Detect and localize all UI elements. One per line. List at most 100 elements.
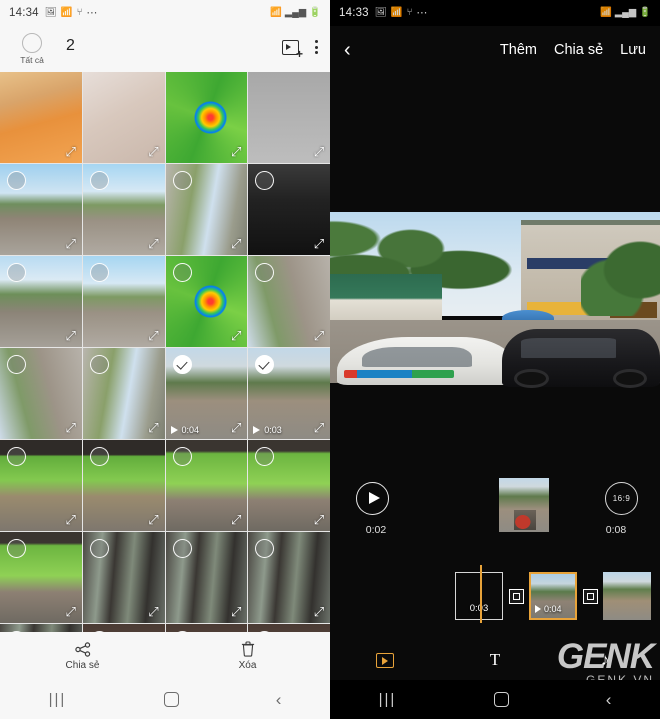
tile-checkbox[interactable]	[7, 171, 26, 190]
status-right-icons: 📶 ▂▄▆ 🔋	[270, 8, 321, 18]
music-tool[interactable]: ♪	[550, 650, 660, 670]
gallery-tile[interactable]: ⤢	[82, 532, 165, 623]
tile-checkbox[interactable]	[172, 263, 192, 282]
tile-checkbox[interactable]	[89, 263, 109, 282]
timeline-playhead[interactable]	[480, 565, 482, 623]
share-button[interactable]: Chia sẻ	[0, 641, 165, 671]
recents-icon[interactable]: |||	[379, 691, 397, 708]
transition-icon[interactable]	[503, 588, 529, 604]
back-icon[interactable]: ‹	[606, 691, 612, 708]
expand-icon[interactable]: ⤢	[147, 513, 161, 527]
status-bar-right: 14:33 🖼 📶 ⑂ ⋯ 📶 ▂▄▆ 🔋	[330, 0, 660, 26]
gallery-tile[interactable]: ⤢	[165, 164, 248, 255]
gallery-tile[interactable]: ⤢	[248, 72, 330, 163]
current-frame-thumbnail[interactable]	[499, 478, 549, 532]
more-button[interactable]: Thêm	[500, 42, 537, 58]
expand-icon[interactable]: ⤢	[64, 145, 78, 159]
tile-checkbox[interactable]	[89, 447, 109, 466]
expand-icon[interactable]: ⤢	[229, 513, 243, 527]
tile-checkbox[interactable]	[7, 539, 26, 558]
timeline-clip[interactable]: 0:03	[455, 572, 503, 620]
timeline-clip[interactable]: 0:04	[529, 572, 577, 620]
status-time: 14:33	[339, 7, 369, 19]
play-icon	[535, 605, 541, 613]
tile-checkbox[interactable]	[172, 447, 192, 466]
gallery-tile[interactable]: ⤢	[165, 256, 248, 347]
tile-checkbox[interactable]	[172, 539, 192, 558]
select-all-checkbox[interactable]	[22, 33, 42, 53]
gallery-tile[interactable]: ⤢	[248, 532, 330, 623]
expand-icon[interactable]: ⤢	[147, 145, 161, 159]
share-button[interactable]: Chia sẻ	[554, 42, 603, 58]
gallery-tile[interactable]: ⤢	[165, 72, 248, 163]
transition-icon[interactable]	[577, 588, 603, 604]
save-button[interactable]: Lưu	[620, 42, 646, 58]
gallery-tile[interactable]: ⤢	[82, 256, 165, 347]
expand-icon[interactable]: ⤢	[312, 513, 326, 527]
gallery-tile[interactable]: ⤢	[0, 72, 82, 163]
expand-icon[interactable]: ⤢	[147, 421, 161, 435]
gallery-tile[interactable]: 0:03 ⤢	[248, 348, 330, 439]
video-preview[interactable]	[330, 212, 660, 420]
home-icon[interactable]	[163, 692, 179, 707]
play-icon[interactable]	[356, 482, 389, 515]
aspect-ratio-icon[interactable]: 16:9	[605, 482, 638, 515]
expand-icon[interactable]: ⤢	[229, 237, 243, 251]
gallery-tile[interactable]: ⤢	[0, 164, 82, 255]
expand-icon[interactable]: ⤢	[229, 145, 243, 159]
expand-icon[interactable]: ⤢	[64, 237, 78, 251]
gallery-tile[interactable]: ⤢	[248, 164, 330, 255]
tile-checkbox[interactable]	[7, 355, 26, 374]
expand-icon[interactable]: ⤢	[64, 329, 78, 343]
expand-icon[interactable]: ⤢	[312, 605, 326, 619]
gallery-tile[interactable]: ⤢	[82, 72, 165, 163]
expand-icon[interactable]: ⤢	[312, 237, 326, 251]
timeline-clip[interactable]	[603, 572, 651, 620]
expand-icon[interactable]: ⤢	[312, 329, 326, 343]
tile-checkbox[interactable]	[89, 539, 109, 558]
tile-checkbox[interactable]	[7, 263, 26, 282]
gallery-tile[interactable]: ⤢	[0, 532, 82, 623]
gallery-tile[interactable]: ⤢	[165, 440, 248, 531]
gallery-tile[interactable]: ⤢	[0, 440, 82, 531]
gallery-tile[interactable]: ⤢	[82, 440, 165, 531]
tile-checkbox[interactable]	[7, 447, 26, 466]
expand-icon[interactable]: ⤢	[64, 605, 78, 619]
expand-icon[interactable]: ⤢	[229, 605, 243, 619]
tile-checkbox-checked[interactable]	[172, 355, 192, 374]
gallery-tile[interactable]: ⤢	[248, 256, 330, 347]
expand-icon[interactable]: ⤢	[312, 145, 326, 159]
tile-checkbox[interactable]	[89, 355, 109, 374]
expand-icon[interactable]: ⤢	[64, 421, 78, 435]
clip-tool[interactable]	[330, 652, 440, 668]
gallery-tile[interactable]: ⤢	[0, 256, 82, 347]
kebab-menu-icon[interactable]	[315, 40, 318, 54]
expand-icon[interactable]: ⤢	[229, 421, 243, 435]
create-movie-icon[interactable]	[282, 39, 303, 60]
gallery-grid[interactable]: ⤢⤢⤢⤢⤢⤢⤢⤢⤢⤢⤢⤢⤢⤢0:04⤢0:03⤢⤢⤢⤢⤢⤢⤢⤢⤢⤢⤢⤢⤢	[0, 72, 330, 640]
gallery-tile[interactable]: ⤢	[82, 164, 165, 255]
delete-button[interactable]: Xóa	[165, 641, 330, 671]
gallery-tile[interactable]: ⤢	[82, 348, 165, 439]
expand-icon[interactable]: ⤢	[64, 513, 78, 527]
tile-checkbox[interactable]	[89, 171, 109, 190]
status-left-icons: 🖼 📶 ⑂ ⋯	[375, 7, 428, 19]
home-icon[interactable]	[493, 692, 509, 707]
gallery-tile[interactable]: ⤢	[165, 532, 248, 623]
back-icon[interactable]: ‹	[276, 691, 282, 708]
expand-icon[interactable]: ⤢	[229, 329, 243, 343]
timeline-track[interactable]: 0:03 0:04	[330, 565, 651, 627]
expand-icon[interactable]: ⤢	[147, 605, 161, 619]
expand-icon[interactable]: ⤢	[147, 237, 161, 251]
gallery-tile[interactable]: ⤢	[0, 348, 82, 439]
text-tool[interactable]: T	[440, 650, 550, 670]
expand-icon[interactable]: ⤢	[312, 421, 326, 435]
clip-timeline[interactable]: 0:03 0:04	[330, 565, 660, 627]
expand-icon[interactable]: ⤢	[147, 329, 161, 343]
gallery-tile[interactable]: 0:04 ⤢	[165, 348, 248, 439]
select-all-button[interactable]: Tất cả	[12, 33, 52, 65]
recents-icon[interactable]: |||	[49, 691, 67, 708]
back-arrow-icon[interactable]: ‹	[344, 40, 368, 60]
gallery-tile[interactable]: ⤢	[248, 440, 330, 531]
tile-checkbox[interactable]	[172, 171, 192, 190]
